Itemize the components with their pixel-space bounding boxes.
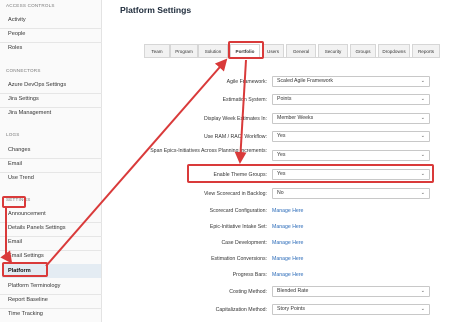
tab-dropdowns[interactable]: Dropdowns	[378, 44, 410, 57]
tab-security[interactable]: Security	[318, 44, 348, 57]
sidebar-item-email-log[interactable]: Email	[8, 161, 22, 167]
page-title: Platform Settings	[120, 5, 192, 15]
sidebar-item-email[interactable]: Email	[8, 239, 22, 245]
chevron-down-icon: ⌄	[420, 78, 425, 84]
estimation-system-label: Estimation System:	[222, 97, 267, 103]
tab-groups[interactable]: Groups	[350, 44, 376, 57]
tab-divider	[144, 57, 440, 58]
sidebar-item-time-tracking[interactable]: Time Tracking	[8, 311, 43, 317]
case-development-link[interactable]: Manage Here	[272, 240, 303, 246]
section-logs: LOGS	[6, 132, 20, 137]
chevron-down-icon: ⌄	[420, 133, 425, 139]
case-development-label: Case Development:	[221, 240, 267, 246]
estimation-conversions-label: Estimation Conversions:	[211, 256, 267, 262]
agile-framework-label: Agile Framework:	[226, 79, 267, 85]
view-scorecard-label: View Scorecard in Backlog:	[203, 191, 267, 197]
section-connectors: CONNECTORS	[6, 68, 41, 73]
divider	[0, 42, 102, 43]
estimation-system-value: Points	[277, 96, 292, 102]
ram-raci-label: Use RAM / RACI Workflow:	[203, 134, 267, 140]
sidebar-item-people[interactable]: People	[8, 31, 25, 37]
display-week-value: Member Weeks	[277, 115, 314, 121]
sidebar-item-jira-management[interactable]: Jira Management	[8, 110, 51, 116]
capitalization-method-select[interactable]: Story Points ⌄	[272, 304, 430, 315]
chevron-down-icon: ⌄	[420, 171, 425, 177]
sidebar-item-use-trend[interactable]: Use Trend	[8, 175, 34, 181]
tab-general[interactable]: General	[286, 44, 316, 57]
tab-solution[interactable]: Solution	[198, 44, 228, 57]
chevron-down-icon: ⌄	[420, 306, 425, 312]
enable-theme-groups-value: Yes	[277, 171, 286, 177]
sidebar-item-activity[interactable]: Activity	[8, 17, 26, 23]
view-scorecard-value: No	[277, 190, 284, 196]
sidebar-item-platform[interactable]: Platform	[2, 264, 101, 278]
span-epics-label: Span Epics-Initiatives Across Planning I…	[150, 148, 267, 154]
ram-raci-select[interactable]: Yes ⌄	[272, 131, 430, 142]
tab-program[interactable]: Program	[170, 44, 198, 57]
divider	[0, 236, 102, 237]
section-access-controls: ACCESS CONTROLS	[6, 3, 55, 8]
divider	[0, 93, 102, 94]
epic-intake-link[interactable]: Manage Here	[272, 224, 303, 230]
tab-reports[interactable]: Reports	[412, 44, 440, 57]
divider	[0, 294, 102, 295]
section-settings: SETTINGS	[6, 197, 31, 202]
sidebar-item-jira-settings[interactable]: Jira Settings	[8, 96, 39, 102]
sidebar-item-announcement[interactable]: Announcement	[8, 211, 46, 217]
capitalization-method-label: Capitalization Method:	[215, 307, 267, 313]
chevron-down-icon: ⌄	[420, 190, 425, 196]
tab-bar: Team Program Solution Portfolio Users Ge…	[144, 44, 444, 58]
scorecard-config-label: Scorecard Configuration:	[209, 208, 267, 214]
divider	[0, 28, 102, 29]
progress-bars-label: Progress Bars:	[232, 272, 267, 278]
tab-team[interactable]: Team	[144, 44, 170, 57]
sidebar-item-report-baseline[interactable]: Report Baseline	[8, 297, 48, 303]
sidebar-item-platform-terminology[interactable]: Platform Terminology	[8, 283, 60, 289]
chevron-down-icon: ⌄	[420, 152, 425, 158]
divider	[0, 222, 102, 223]
ram-raci-value: Yes	[277, 133, 286, 139]
costing-method-select[interactable]: Blended Rate ⌄	[272, 286, 430, 297]
estimation-system-select[interactable]: Points ⌄	[272, 94, 430, 105]
chevron-down-icon: ⌄	[420, 288, 425, 294]
agile-framework-select[interactable]: Scaled Agile Framework ⌄	[272, 76, 430, 87]
tab-users[interactable]: Users	[262, 44, 284, 57]
sidebar-item-details-panels[interactable]: Details Panels Settings	[8, 225, 66, 231]
costing-method-value: Blended Rate	[277, 288, 309, 294]
divider	[0, 250, 102, 251]
chevron-down-icon: ⌄	[420, 115, 425, 121]
divider	[0, 107, 102, 108]
agile-framework-value: Scaled Agile Framework	[277, 78, 333, 84]
tab-portfolio[interactable]: Portfolio	[230, 44, 260, 58]
span-epics-value: Yes	[277, 152, 286, 158]
span-epics-select[interactable]: Yes ⌄	[272, 150, 430, 161]
epic-intake-label: Epic-Initiative Intake Set:	[209, 224, 267, 230]
capitalization-method-value: Story Points	[277, 306, 305, 312]
enable-theme-groups-select[interactable]: Yes ⌄	[272, 169, 430, 180]
scorecard-config-link[interactable]: Manage Here	[272, 208, 303, 214]
chevron-down-icon: ⌄	[420, 96, 425, 102]
divider	[0, 172, 102, 173]
sidebar-item-azure[interactable]: Azure DevOps Settings	[8, 82, 66, 88]
divider	[0, 158, 102, 159]
sidebar-item-changes[interactable]: Changes	[8, 147, 30, 153]
view-scorecard-select[interactable]: No ⌄	[272, 188, 430, 199]
divider	[0, 308, 102, 309]
sidebar-item-email-settings[interactable]: Email Settings	[8, 253, 44, 259]
progress-bars-link[interactable]: Manage Here	[272, 272, 303, 278]
costing-method-label: Costing Method:	[229, 289, 267, 295]
estimation-conversions-link[interactable]: Manage Here	[272, 256, 303, 262]
display-week-label: Display Week Estimates In:	[203, 116, 267, 122]
enable-theme-groups-label: Enable Theme Groups:	[213, 172, 267, 178]
sidebar: ACCESS CONTROLS Activity People Roles CO…	[0, 0, 102, 322]
sidebar-item-roles[interactable]: Roles	[8, 45, 22, 51]
display-week-select[interactable]: Member Weeks ⌄	[272, 113, 430, 124]
